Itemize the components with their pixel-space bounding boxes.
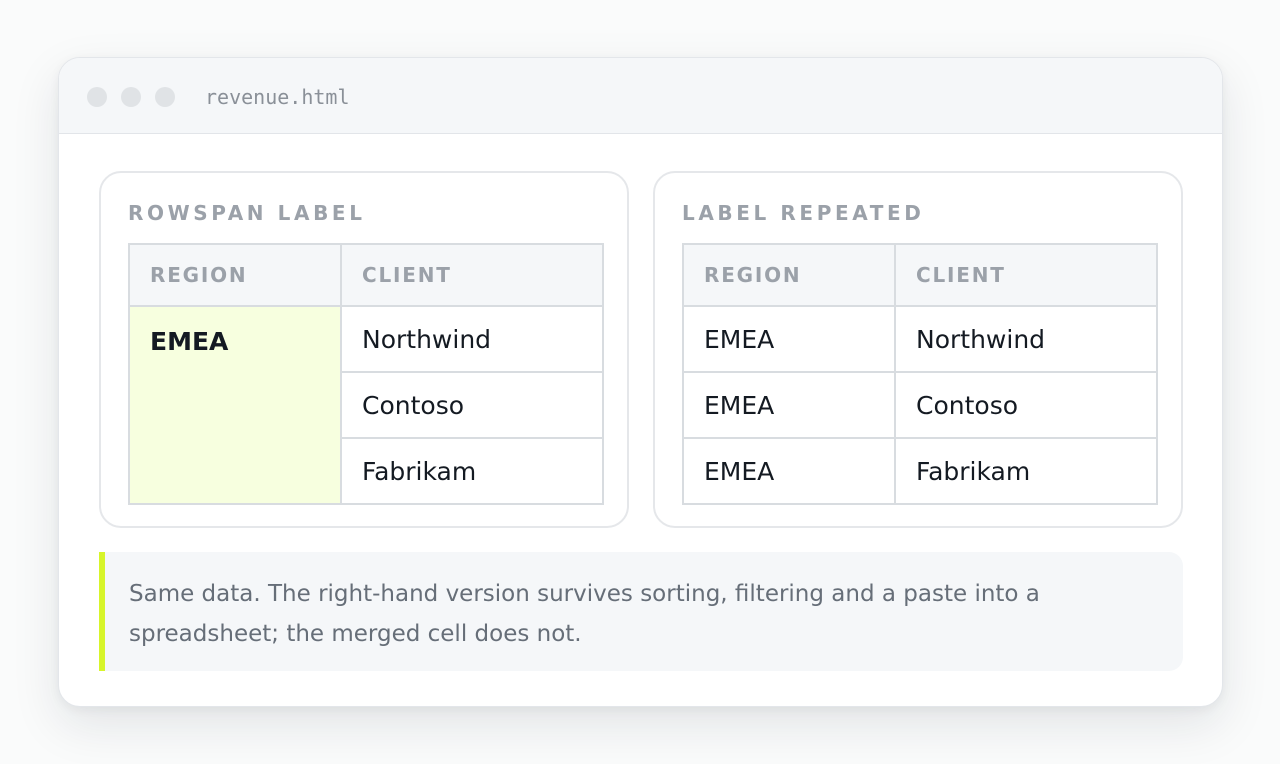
panel-title: LABEL REPEATED <box>682 201 925 225</box>
browser-window: revenue.html ROWSPAN LABEL REGION CLIENT… <box>58 57 1223 707</box>
table-row: EMEA Northwind <box>128 305 604 505</box>
region-cell: EMEA <box>682 371 896 439</box>
table-row: EMEA Contoso <box>682 371 1158 439</box>
close-dot-icon[interactable] <box>87 87 107 107</box>
table-row: EMEA Fabrikam <box>682 437 1158 505</box>
table-row: EMEA Northwind <box>682 305 1158 373</box>
table-header-row: REGION CLIENT <box>128 243 604 307</box>
region-cell: EMEA <box>682 305 896 373</box>
client-cell: Northwind <box>894 305 1158 373</box>
rowspan-table: REGION CLIENT EMEA Northwind Contoso Fab… <box>128 243 604 505</box>
column-header-region: REGION <box>682 243 896 307</box>
client-cell: Fabrikam <box>894 437 1158 505</box>
title-bar: revenue.html <box>59 58 1222 134</box>
minimize-dot-icon[interactable] <box>121 87 141 107</box>
column-header-client: CLIENT <box>894 243 1158 307</box>
merged-region-cell: EMEA <box>128 305 342 505</box>
column-header-client: CLIENT <box>340 243 604 307</box>
rowspan-panel: ROWSPAN LABEL REGION CLIENT EMEA Northwi… <box>99 171 629 528</box>
panel-title: ROWSPAN LABEL <box>128 201 366 225</box>
region-cell: EMEA <box>682 437 896 505</box>
maximize-dot-icon[interactable] <box>155 87 175 107</box>
column-header-region: REGION <box>128 243 342 307</box>
table-header-row: REGION CLIENT <box>682 243 1158 307</box>
callout-note: Same data. The right-hand version surviv… <box>99 552 1183 671</box>
repeated-table: REGION CLIENT EMEA Northwind EMEA Contos… <box>682 243 1158 505</box>
file-name: revenue.html <box>205 85 350 109</box>
client-cell: Contoso <box>340 371 604 439</box>
client-cell: Fabrikam <box>340 437 604 505</box>
note-text: Same data. The right-hand version surviv… <box>129 581 1040 647</box>
repeated-panel: LABEL REPEATED REGION CLIENT EMEA Northw… <box>653 171 1183 528</box>
client-cell: Northwind <box>340 305 604 373</box>
client-cell: Contoso <box>894 371 1158 439</box>
